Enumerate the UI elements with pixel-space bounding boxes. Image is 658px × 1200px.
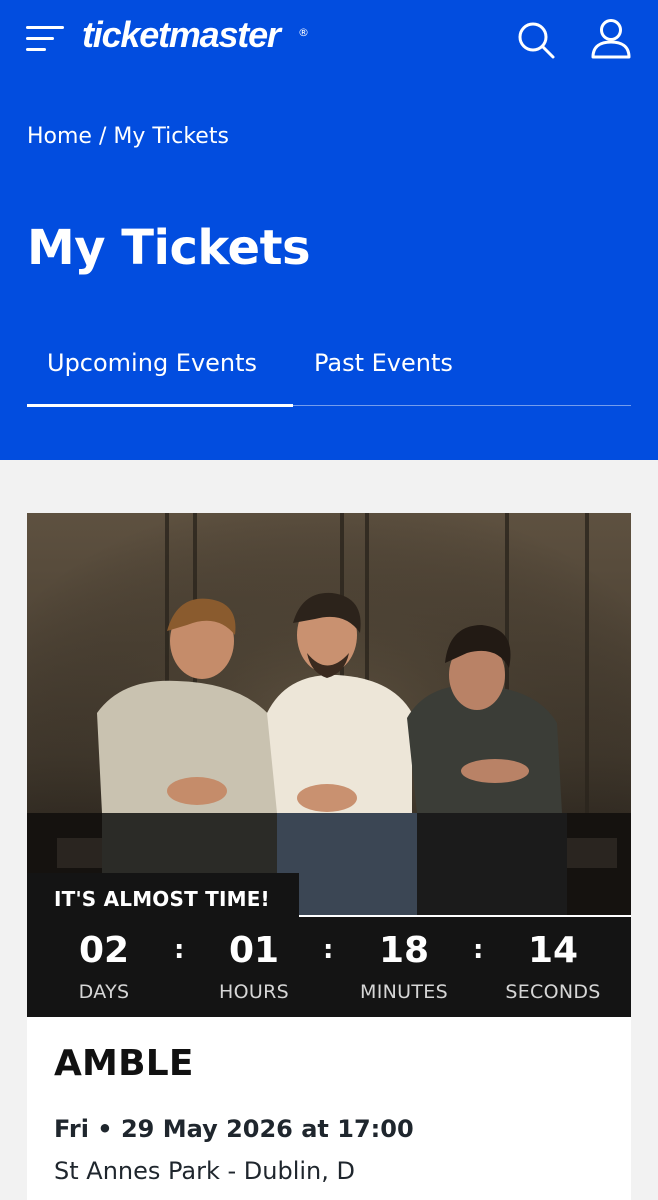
page-title: My Tickets [27,220,311,276]
search-icon[interactable] [514,18,558,62]
event-date: Fri • 29 May 2026 at 17:00 [54,1115,414,1143]
site-header: ticketmaster ® Home / My Tickets My Tick… [0,0,658,460]
event-tabs: Upcoming Events Past Events [27,345,631,407]
almost-time-banner: IT'S ALMOST TIME! [27,873,299,917]
breadcrumb: Home / My Tickets [27,124,229,149]
countdown-minutes-value: 18 [378,930,430,971]
countdown-minutes-label: MINUTES [360,981,448,1003]
event-venue: St Annes Park - Dublin, D [54,1157,356,1185]
event-name[interactable]: AMBLE [54,1043,194,1084]
countdown-hours-value: 01 [228,930,280,971]
breadcrumb-separator: / [91,124,114,149]
tab-past-events[interactable]: Past Events [314,345,504,406]
hamburger-menu-icon[interactable] [26,22,66,56]
countdown-seconds-label: SECONDS [505,981,601,1003]
breadcrumb-current[interactable]: My Tickets [113,124,229,149]
registered-mark: ® [298,26,309,39]
countdown-days-value: 02 [78,930,130,971]
countdown-hours-label: HOURS [219,981,289,1003]
countdown-days-label: DAYS [78,981,130,1003]
user-icon[interactable] [588,16,634,62]
tab-upcoming-events[interactable]: Upcoming Events [27,345,293,407]
countdown-seconds: 14 SECONDS [478,917,628,1003]
event-card[interactable]: IT'S ALMOST TIME! 02 DAYS : 01 HOURS : 1… [27,513,631,1200]
top-nav-bar: ticketmaster ® [0,0,658,80]
countdown-hours: 01 HOURS [179,917,329,1003]
countdown-days: 02 DAYS [29,917,179,1003]
ticketmaster-logo[interactable]: ticketmaster [82,14,281,56]
countdown-minutes: 18 MINUTES [329,917,479,1003]
countdown-timer: 02 DAYS : 01 HOURS : 18 MINUTES : 14 SEC… [27,917,631,1017]
countdown-seconds-value: 14 [527,930,579,971]
event-photo [27,513,631,915]
breadcrumb-home-link[interactable]: Home [27,124,92,149]
